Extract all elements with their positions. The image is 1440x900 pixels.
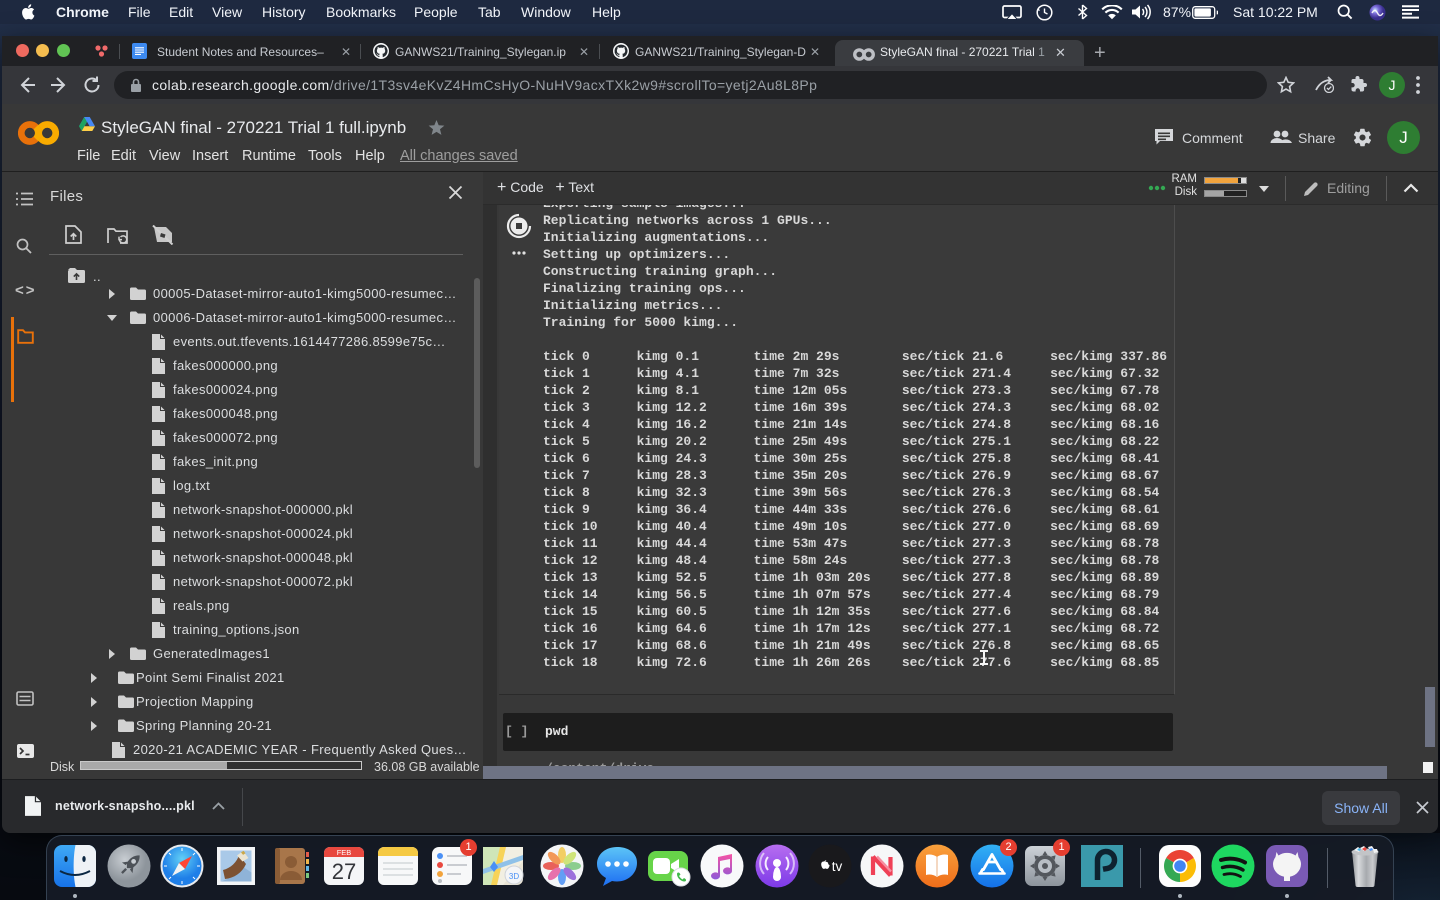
svg-text:3D: 3D: [509, 872, 519, 881]
svg-text:tv: tv: [832, 859, 843, 874]
svg-text:FEB: FEB: [337, 848, 352, 857]
svg-text:27: 27: [332, 859, 356, 884]
